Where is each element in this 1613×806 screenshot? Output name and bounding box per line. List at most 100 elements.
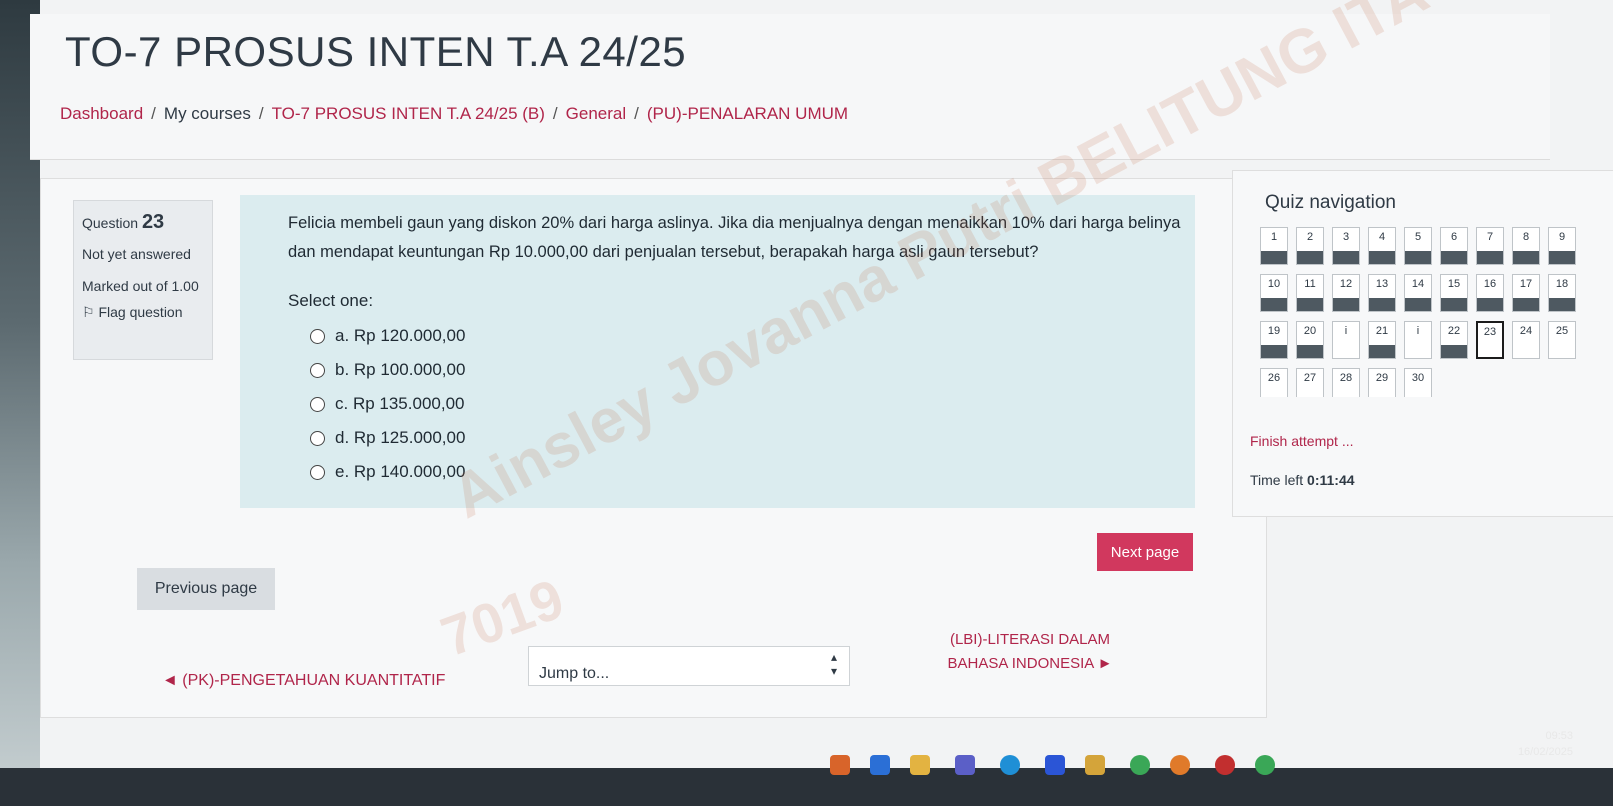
teams-icon[interactable] xyxy=(955,755,975,775)
dropbox-icon[interactable] xyxy=(1045,755,1065,775)
breadcrumb-dashboard[interactable]: Dashboard xyxy=(60,104,143,123)
select-one-prompt: Select one: xyxy=(288,291,374,310)
option-d[interactable]: d. Rp 125.000,00 xyxy=(310,421,465,455)
answered-indicator xyxy=(1261,251,1287,264)
quiz-nav-question-14[interactable]: 14 xyxy=(1404,274,1432,312)
radio-button[interactable] xyxy=(310,464,325,480)
finish-attempt-link[interactable]: Finish attempt ... xyxy=(1250,433,1353,449)
breadcrumb-sep: / xyxy=(552,104,558,123)
answered-indicator xyxy=(1369,345,1395,358)
option-b[interactable]: b. Rp 100.000,00 xyxy=(310,353,465,387)
quiz-nav-number: 19 xyxy=(1267,325,1281,337)
breadcrumb-general[interactable]: General xyxy=(566,104,626,123)
quiz-nav-question-21[interactable]: 21 xyxy=(1368,321,1396,359)
quiz-nav-number: 15 xyxy=(1447,278,1461,290)
flag-question-button[interactable]: ⚐ Flag question xyxy=(82,304,212,321)
firefox-icon[interactable] xyxy=(1170,755,1190,775)
select-arrows-icon: ▴ ▾ xyxy=(830,650,837,678)
quiz-nav-question-12[interactable]: 12 xyxy=(1332,274,1360,312)
quiz-nav-question-8[interactable]: 8 xyxy=(1512,227,1540,265)
quiz-nav-number: 7 xyxy=(1486,231,1494,243)
quiz-nav-question-5[interactable]: 5 xyxy=(1404,227,1432,265)
quiz-nav-question-7[interactable]: 7 xyxy=(1476,227,1504,265)
question-label: Question xyxy=(82,215,139,231)
quiz-nav-question-13[interactable]: 13 xyxy=(1368,274,1396,312)
quiz-nav-number: 26 xyxy=(1267,372,1281,384)
answered-indicator xyxy=(1333,298,1359,311)
time-left: Time left 0:11:44 xyxy=(1250,472,1355,488)
radio-button[interactable] xyxy=(310,430,325,446)
system-clock[interactable]: 09:53 16/02/2025 xyxy=(1518,728,1573,760)
chrome-icon[interactable] xyxy=(1255,755,1275,775)
quiz-nav-question-1[interactable]: 1 xyxy=(1260,227,1288,265)
answered-indicator xyxy=(1513,298,1539,311)
quiz-navigation-title: Quiz navigation xyxy=(1265,192,1396,213)
quiz-nav-number: 24 xyxy=(1519,325,1533,337)
quiz-nav-question-19[interactable]: 19 xyxy=(1260,321,1288,359)
answered-indicator xyxy=(1333,251,1359,264)
quiz-nav-question-24[interactable]: 24 xyxy=(1512,321,1540,359)
quiz-nav-info: i xyxy=(1404,321,1432,359)
quiz-nav-question-28[interactable]: 28 xyxy=(1332,368,1360,397)
quiz-nav-question-10[interactable]: 10 xyxy=(1260,274,1288,312)
quiz-nav-question-4[interactable]: 4 xyxy=(1368,227,1396,265)
quiz-nav-number: 21 xyxy=(1375,325,1389,337)
quiz-nav-number: 22 xyxy=(1447,325,1461,337)
next-activity-link[interactable]: (LBI)-LITERASI DALAM BAHASA INDONESIA ► xyxy=(920,628,1140,676)
edge-icon[interactable] xyxy=(1000,755,1020,775)
breadcrumb-course[interactable]: TO-7 PROSUS INTEN T.A 24/25 (B) xyxy=(272,104,545,123)
app-icon[interactable] xyxy=(870,755,890,775)
chrome-icon[interactable] xyxy=(1130,755,1150,775)
quiz-nav-number: 13 xyxy=(1375,278,1389,290)
previous-activity-link[interactable]: ◄ (PK)-PENGETAHUAN KUANTITATIF xyxy=(162,672,445,690)
quiz-nav-question-11[interactable]: 11 xyxy=(1296,274,1324,312)
quiz-nav-question-26[interactable]: 26 xyxy=(1260,368,1288,397)
answered-indicator xyxy=(1261,345,1287,358)
answered-indicator xyxy=(1513,251,1539,264)
quiz-nav-question-25[interactable]: 25 xyxy=(1548,321,1576,359)
radio-button[interactable] xyxy=(310,396,325,412)
quiz-nav-question-23[interactable]: 23 xyxy=(1476,321,1504,359)
clock-time: 09:53 xyxy=(1545,730,1573,742)
answer-options: a. Rp 120.000,00 b. Rp 100.000,00 c. Rp … xyxy=(310,319,465,489)
quiz-nav-number: i xyxy=(1416,325,1420,337)
previous-page-button[interactable]: Previous page xyxy=(137,568,275,610)
quiz-nav-question-16[interactable]: 16 xyxy=(1476,274,1504,312)
quiz-nav-question-30[interactable]: 30 xyxy=(1404,368,1432,397)
radio-button[interactable] xyxy=(310,328,325,344)
quiz-nav-question-22[interactable]: 22 xyxy=(1440,321,1468,359)
app-icon[interactable] xyxy=(830,755,850,775)
folder-icon[interactable] xyxy=(910,755,930,775)
answered-indicator xyxy=(1297,345,1323,358)
next-page-button[interactable]: Next page xyxy=(1097,533,1193,571)
option-a[interactable]: a. Rp 120.000,00 xyxy=(310,319,465,353)
wps-icon[interactable] xyxy=(1215,755,1235,775)
quiz-nav-question-20[interactable]: 20 xyxy=(1296,321,1324,359)
quiz-nav-number: 29 xyxy=(1375,372,1389,384)
quiz-nav-question-17[interactable]: 17 xyxy=(1512,274,1540,312)
quiz-nav-number: 11 xyxy=(1304,278,1316,290)
option-label: b. Rp 100.000,00 xyxy=(335,360,466,379)
quiz-nav-question-6[interactable]: 6 xyxy=(1440,227,1468,265)
answered-indicator xyxy=(1405,251,1431,264)
quiz-nav-question-29[interactable]: 29 xyxy=(1368,368,1396,397)
answered-indicator xyxy=(1369,251,1395,264)
breadcrumb-sep: / xyxy=(151,104,156,123)
question-mark: Marked out of 1.00 xyxy=(82,278,199,294)
answered-indicator xyxy=(1477,251,1503,264)
quiz-nav-question-3[interactable]: 3 xyxy=(1332,227,1360,265)
flag-icon: ⚐ xyxy=(82,304,95,320)
quiz-nav-question-2[interactable]: 2 xyxy=(1296,227,1324,265)
calculator-icon[interactable] xyxy=(1085,755,1105,775)
answered-indicator xyxy=(1441,251,1467,264)
option-c[interactable]: c. Rp 135.000,00 xyxy=(310,387,465,421)
question-info: Question 23 Not yet answered Marked out … xyxy=(73,200,213,360)
quiz-nav-question-18[interactable]: 18 xyxy=(1548,274,1576,312)
breadcrumb-my-courses[interactable]: My courses xyxy=(164,104,251,123)
jump-to-select[interactable]: Jump to... ▴ ▾ xyxy=(528,646,850,686)
breadcrumb-quiz[interactable]: (PU)-PENALARAN UMUM xyxy=(647,104,848,123)
quiz-nav-question-15[interactable]: 15 xyxy=(1440,274,1468,312)
radio-button[interactable] xyxy=(310,362,325,378)
quiz-nav-question-9[interactable]: 9 xyxy=(1548,227,1576,265)
quiz-nav-question-27[interactable]: 27 xyxy=(1296,368,1324,397)
